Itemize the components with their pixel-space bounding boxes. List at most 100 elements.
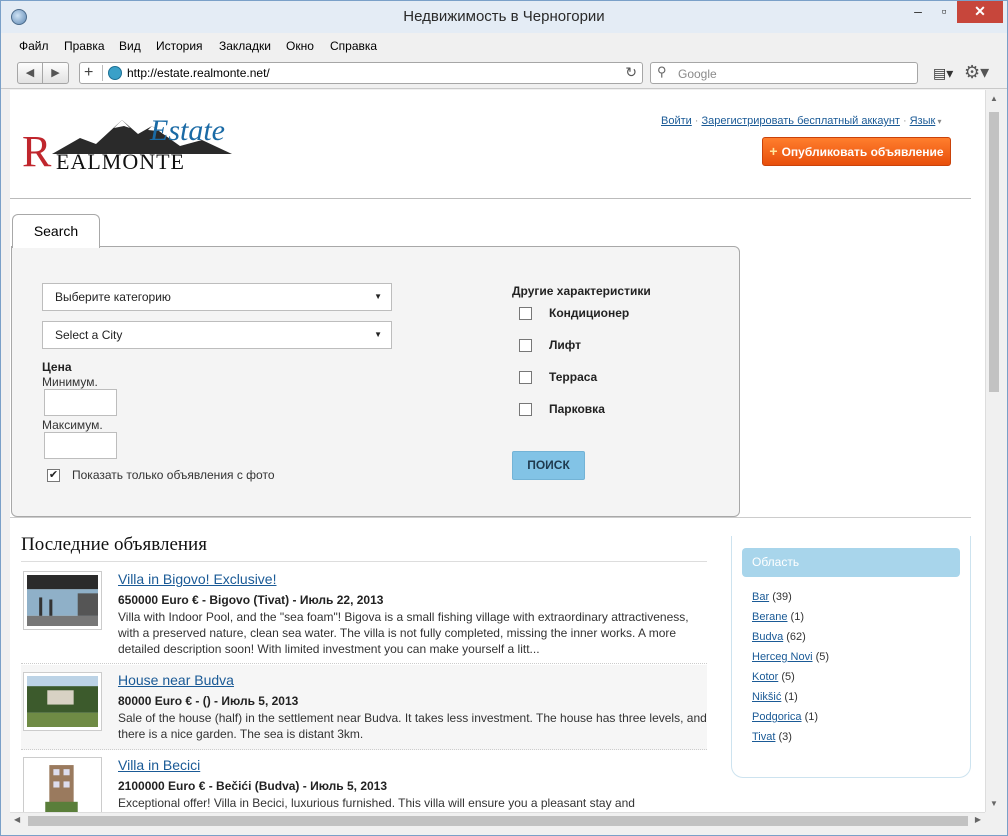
forward-button[interactable]: ▶ xyxy=(42,62,69,84)
listing-title-link[interactable]: House near Budva xyxy=(118,672,234,688)
listing-description: Exceptional offer! Villa in Becici, luxu… xyxy=(118,796,635,810)
listing-meta: 2100000 Euro € - Bečići (Budva) - Июль 5… xyxy=(118,779,388,793)
list-item: Villa in Becici 2100000 Euro € - Bečići … xyxy=(21,750,707,812)
scroll-up-icon[interactable]: ▲ xyxy=(986,94,1002,103)
arrow-left-icon: ◀ xyxy=(25,67,35,79)
price-label: Цена xyxy=(42,360,72,374)
region-count: (3) xyxy=(778,731,792,743)
close-button[interactable]: ✕ xyxy=(957,1,1003,23)
address-divider xyxy=(102,65,103,81)
link-separator: · xyxy=(902,115,907,127)
region-item-berane: Berane (1) xyxy=(752,611,804,623)
menu-edit[interactable]: Правка xyxy=(64,39,105,53)
region-link[interactable]: Bar xyxy=(752,591,769,603)
city-select[interactable]: Select a City ▼ xyxy=(42,321,392,349)
url-text[interactable]: http://estate.realmonte.net/ xyxy=(127,66,270,80)
listing-thumbnail[interactable] xyxy=(23,571,102,630)
header-divider xyxy=(10,198,971,199)
address-bar[interactable]: + http://estate.realmonte.net/ ↻ xyxy=(79,62,643,84)
vertical-scrollbar[interactable]: ▲ ▼ xyxy=(985,90,1001,812)
search-submit-button[interactable]: ПОИСК xyxy=(512,451,585,480)
browser-window: Недвижимость в Черногории – ▫ ✕ Файл Пра… xyxy=(0,0,1008,836)
publish-ad-button[interactable]: + Опубликовать объявление xyxy=(762,137,951,166)
navigation-toolbar: ◀ ▶ + http://estate.realmonte.net/ ↻ ⚲ G… xyxy=(1,57,1007,89)
arrow-right-icon: ▶ xyxy=(51,67,60,79)
register-link[interactable]: Зарегистрировать бесплатный аккаунт xyxy=(701,115,899,127)
list-item: House near Budva 80000 Euro € - () - Июл… xyxy=(21,665,707,750)
scroll-right-icon[interactable]: ▶ xyxy=(975,815,981,824)
menu-window[interactable]: Окно xyxy=(286,39,314,53)
listing-meta: 650000 Euro € - Bigovo (Tivat) - Июль 22… xyxy=(118,593,384,607)
account-links: Войти · Зарегистрировать бесплатный аккаун… xyxy=(661,115,942,127)
region-link[interactable]: Kotor xyxy=(752,671,778,683)
feature-checkbox-lift[interactable] xyxy=(519,339,532,352)
reload-icon[interactable]: ↻ xyxy=(625,64,637,81)
search-form: Выберите категорию ▼ Select a City ▼ Цен… xyxy=(11,246,740,517)
menu-file[interactable]: Файл xyxy=(19,39,49,53)
region-link[interactable]: Nikšić xyxy=(752,691,781,703)
feature-label-parking: Парковка xyxy=(549,402,605,416)
feature-label-lift: Лифт xyxy=(549,338,582,352)
vertical-scroll-thumb[interactable] xyxy=(989,112,999,392)
menu-view[interactable]: Вид xyxy=(119,39,141,53)
add-bookmark-icon[interactable]: + xyxy=(84,64,93,82)
region-item-kotor: Kotor (5) xyxy=(752,671,795,683)
region-count: (39) xyxy=(772,591,792,603)
horizontal-scroll-thumb[interactable] xyxy=(28,816,968,826)
max-price-input[interactable] xyxy=(44,432,117,459)
list-item: Villa in Bigovo! Exclusive! 650000 Euro … xyxy=(21,564,707,664)
city-select-value: Select a City xyxy=(55,328,123,342)
chevron-down-icon: ▾ xyxy=(935,117,942,126)
listing-title-link[interactable]: Villa in Becici xyxy=(118,757,200,773)
page-menu-icon[interactable]: ▤▾ xyxy=(933,65,953,82)
region-count: (5) xyxy=(815,651,830,663)
login-link[interactable]: Войти xyxy=(661,115,692,127)
page-viewport: R EALMONTE Estate Войти · Зарегистрировать… xyxy=(10,90,985,812)
photo-only-label: Показать только объявления с фото xyxy=(72,468,275,482)
min-price-label: Минимум. xyxy=(42,375,98,389)
listing-title-link[interactable]: Villa in Bigovo! Exclusive! xyxy=(118,571,276,587)
region-link[interactable]: Podgorica xyxy=(752,711,802,723)
feature-checkbox-terrace[interactable] xyxy=(519,371,532,384)
feature-checkbox-parking[interactable] xyxy=(519,403,532,416)
min-price-input[interactable] xyxy=(44,389,117,416)
link-separator: · xyxy=(694,115,699,127)
listings-divider xyxy=(21,561,707,562)
publish-label: Опубликовать объявление xyxy=(781,145,944,159)
language-link[interactable]: Язык xyxy=(910,115,936,127)
search-placeholder: Google xyxy=(678,67,717,81)
feature-checkbox-ac[interactable] xyxy=(519,307,532,320)
menu-bar: Файл Правка Вид История Закладки Окно Сп… xyxy=(1,35,1007,57)
logo-text: EALMONTE xyxy=(56,149,185,174)
listing-thumbnail[interactable] xyxy=(23,672,102,731)
logo-estate-text: Estate xyxy=(150,114,225,147)
checkmark-icon: ✔ xyxy=(48,469,59,481)
region-link[interactable]: Tivat xyxy=(752,731,775,743)
region-item-podgorica: Podgorica (1) xyxy=(752,711,818,723)
region-link[interactable]: Budva xyxy=(752,631,783,643)
region-link[interactable]: Herceg Novi xyxy=(752,651,813,663)
chevron-down-icon: ▼ xyxy=(374,292,382,301)
title-bar[interactable]: Недвижимость в Черногории – ▫ ✕ xyxy=(1,1,1007,33)
tab-search[interactable]: Search xyxy=(12,214,100,248)
feature-label-ac: Кондиционер xyxy=(549,306,630,320)
listing-thumbnail[interactable] xyxy=(23,757,102,812)
search-icon: ⚲ xyxy=(657,64,667,79)
site-logo[interactable]: R EALMONTE Estate xyxy=(22,114,242,174)
minimize-button[interactable]: – xyxy=(905,1,931,23)
menu-bookmarks[interactable]: Закладки xyxy=(219,39,271,53)
scroll-down-icon[interactable]: ▼ xyxy=(986,799,1002,808)
photo-only-checkbox[interactable]: ✔ xyxy=(47,469,60,482)
gear-icon[interactable]: ⚙▾ xyxy=(964,62,989,83)
menu-help[interactable]: Справка xyxy=(330,39,377,53)
scroll-left-icon[interactable]: ◀ xyxy=(14,815,20,824)
villa-photo-icon xyxy=(27,761,98,812)
horizontal-scrollbar[interactable]: ◀ ▶ xyxy=(10,812,985,828)
region-link[interactable]: Berane xyxy=(752,611,787,623)
maximize-button[interactable]: ▫ xyxy=(931,1,957,23)
menu-history[interactable]: История xyxy=(156,39,203,53)
search-field[interactable]: ⚲ Google xyxy=(650,62,918,84)
logo-letter-r: R xyxy=(22,127,52,176)
back-button[interactable]: ◀ xyxy=(17,62,43,84)
category-select[interactable]: Выберите категорию ▼ xyxy=(42,283,392,311)
